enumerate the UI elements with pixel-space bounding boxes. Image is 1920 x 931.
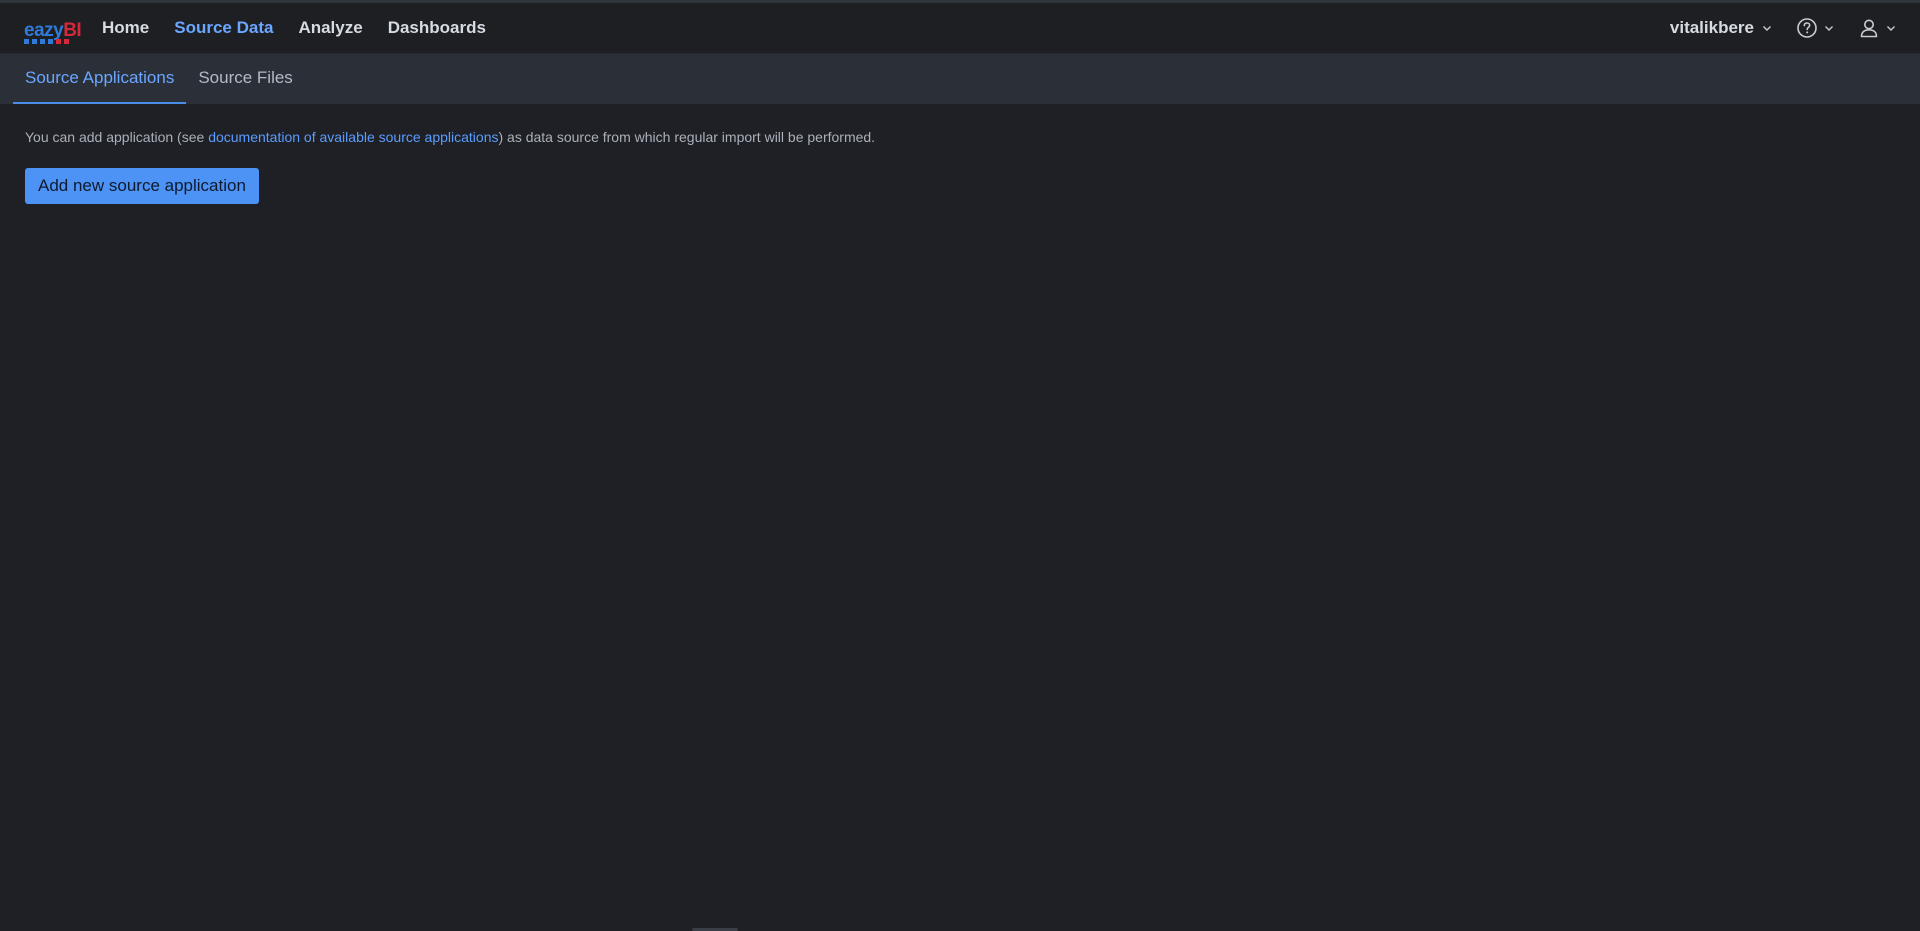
logo-text-eazy: eazy <box>24 20 64 41</box>
top-navbar: eazyBI Home Source Data Analyze Dashboar… <box>0 3 1920 54</box>
tab-source-files[interactable]: Source Files <box>186 54 304 104</box>
user-menu-button[interactable] <box>1858 17 1896 39</box>
help-menu-button[interactable] <box>1796 17 1834 39</box>
account-name: vitalikbere <box>1669 18 1754 37</box>
help-circle-icon <box>1797 18 1817 38</box>
logo-bars <box>24 39 69 44</box>
nav-home[interactable]: Home <box>102 18 149 38</box>
nav-right: vitalikbere <box>1670 17 1896 39</box>
eazybi-logo[interactable]: eazyBI <box>24 14 82 44</box>
nav-dashboards[interactable]: Dashboards <box>388 18 486 38</box>
add-new-source-application-button[interactable]: Add new source application <box>25 168 259 204</box>
user-icon <box>1860 19 1878 38</box>
intro-text: You can add application (see documentati… <box>25 128 1895 146</box>
chevron-down-icon <box>1825 26 1833 31</box>
tab-source-applications[interactable]: Source Applications <box>13 54 187 104</box>
chevron-down-icon <box>1763 26 1771 31</box>
logo-text-bi: BI <box>63 20 82 41</box>
intro-text-end: ) as data source from which regular impo… <box>498 129 876 145</box>
nav-source-data[interactable]: Source Data <box>174 18 273 38</box>
source-data-tabs: Source Applications Source Files <box>0 54 1920 104</box>
account-selector[interactable]: vitalikbere <box>1670 18 1772 38</box>
main-content: You can add application (see documentati… <box>0 104 1920 228</box>
nav-analyze[interactable]: Analyze <box>298 18 362 38</box>
documentation-link[interactable]: documentation of available source applic… <box>208 129 498 145</box>
chevron-down-icon <box>1887 26 1895 31</box>
intro-text-start: You can add application (see <box>25 129 209 145</box>
